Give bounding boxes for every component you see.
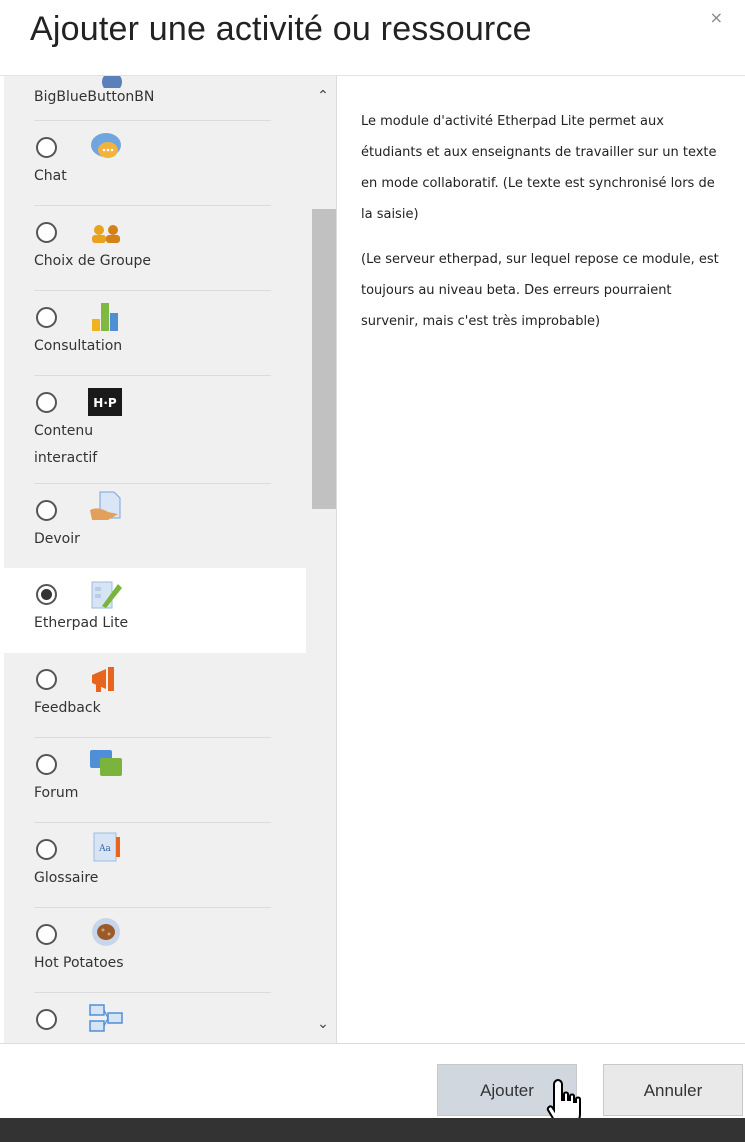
list-item-label: Contenu interactif [34, 423, 98, 466]
radio-hot-potatoes[interactable] [36, 924, 57, 945]
list-item-label: Etherpad Lite [34, 615, 129, 631]
scroll-down-icon[interactable]: ⌄ [315, 1016, 331, 1032]
radio-interactive-content[interactable] [36, 392, 57, 413]
chat-icon [91, 133, 121, 158]
list-item-glossary[interactable]: Aa Glossaire [4, 823, 306, 908]
glossary-icon: Aa [93, 832, 120, 862]
radio-forum[interactable] [36, 754, 57, 775]
list-scrollbar[interactable]: ⌃ ⌄ [306, 76, 336, 1044]
list-item-bigbluebutton[interactable]: BigBlueButtonBN [4, 76, 306, 121]
list-item-interactive-content[interactable]: H·P Contenu interactif [4, 376, 306, 484]
scrollbar-thumb[interactable] [312, 209, 336, 509]
list-item-chat[interactable]: Chat [4, 121, 306, 206]
svg-text:H·P: H·P [93, 396, 117, 410]
list-item-etherpad[interactable]: Etherpad Lite [4, 568, 306, 653]
list-item-feedback[interactable]: Feedback [4, 653, 306, 738]
list-item-label: Choix de Groupe [34, 253, 152, 269]
list-item-label: Devoir [34, 531, 80, 547]
list-item-hot-potatoes[interactable]: Hot Potatoes [4, 908, 306, 993]
dialog-body: BigBlueButtonBN Chat Choix de Groupe Con… [0, 75, 745, 1044]
description-paragraph: Le module d'activité Etherpad Lite perme… [361, 114, 717, 222]
radio-group-choice[interactable] [36, 222, 57, 243]
list-item-forum[interactable]: Forum [4, 738, 306, 823]
list-item-label: Forum [34, 785, 79, 801]
consultation-icon [92, 303, 118, 331]
cancel-button[interactable]: Annuler [603, 1064, 743, 1116]
svg-text:Aa: Aa [98, 844, 111, 854]
list-item-label: Feedback [34, 700, 101, 716]
scroll-up-icon[interactable]: ⌃ [315, 88, 331, 104]
list-item-label: Glossaire [34, 870, 99, 886]
h5p-icon: H·P [88, 388, 122, 416]
list-item-label: Hot Potatoes [34, 955, 124, 971]
description-paragraph: (Le serveur etherpad, sur lequel repose … [361, 252, 719, 329]
radio-consultation[interactable] [36, 307, 57, 328]
list-item-label: Chat [34, 168, 67, 184]
radio-glossary[interactable] [36, 839, 57, 860]
etherpad-icon [91, 581, 122, 609]
dialog-header: Ajouter une activité ou ressource × [0, 0, 745, 75]
radio-assignment[interactable] [36, 500, 57, 521]
hot-potatoes-icon [92, 918, 120, 946]
lesson-icon [89, 1004, 123, 1032]
radio-etherpad[interactable] [36, 584, 57, 605]
forum-icon [90, 750, 122, 776]
radio-feedback[interactable] [36, 669, 57, 690]
list-item-consultation[interactable]: Consultation [4, 291, 306, 376]
activity-list[interactable]: BigBlueButtonBN Chat Choix de Groupe Con… [4, 76, 337, 1044]
radio-chat[interactable] [36, 137, 57, 158]
bottom-bar [0, 1118, 745, 1142]
group-choice-icon [92, 225, 120, 243]
dialog-title: Ajouter une activité ou ressource [30, 10, 532, 48]
radio-lesson[interactable] [36, 1009, 57, 1030]
list-item-label: BigBlueButtonBN [34, 89, 155, 105]
assignment-icon [90, 491, 121, 520]
description-pane: Le module d'activité Etherpad Lite perme… [345, 76, 740, 1044]
dialog-footer: Ajouter Annuler [0, 1043, 745, 1118]
feedback-icon [92, 667, 114, 692]
list-item-group-choice[interactable]: Choix de Groupe [4, 206, 306, 291]
list-item-lesson[interactable] [4, 993, 306, 1044]
list-item-label: Consultation [34, 338, 123, 354]
list-item-assignment[interactable]: Devoir [4, 484, 306, 568]
close-icon[interactable]: × [710, 8, 723, 27]
